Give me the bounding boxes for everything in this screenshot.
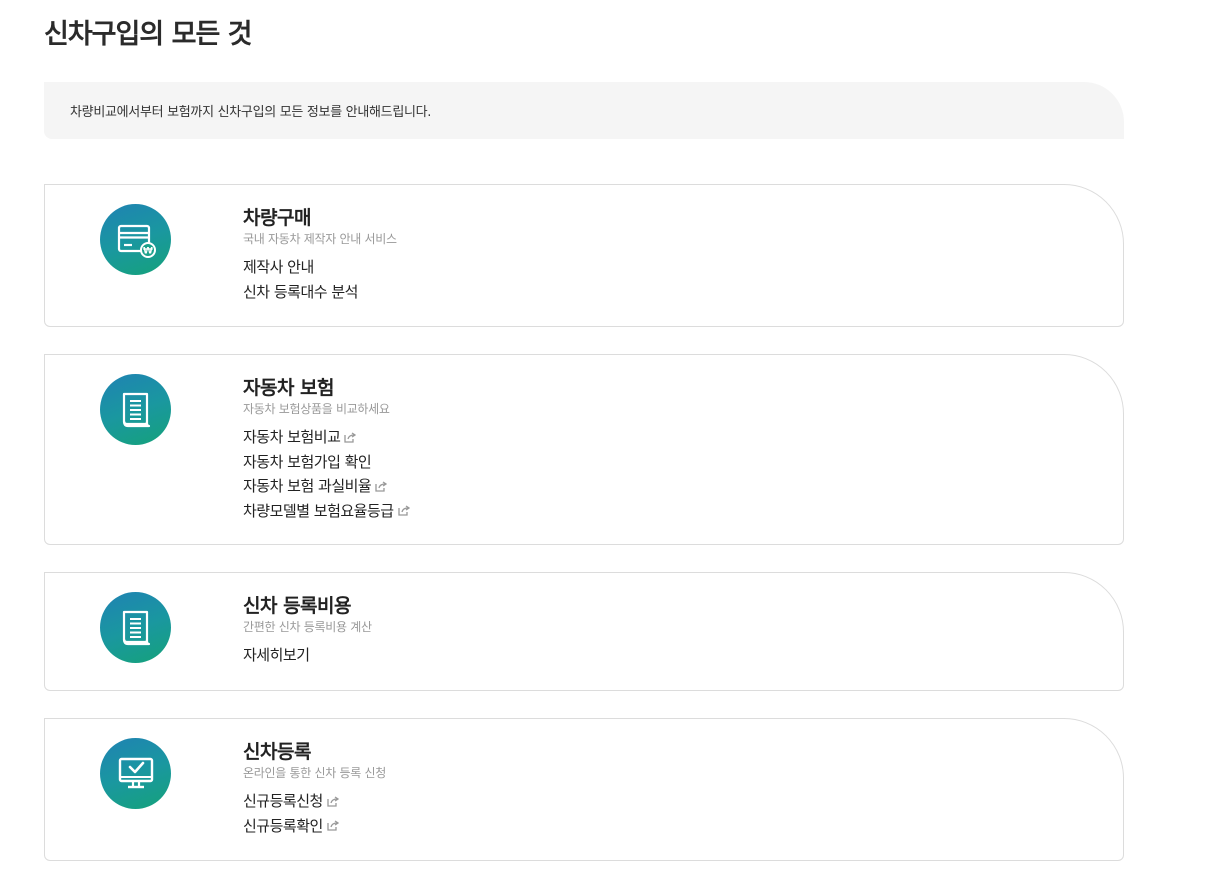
link-model-rate-grade[interactable]: 차량모델별 보험요율등급 bbox=[243, 499, 410, 524]
link-label: 신규등록확인 bbox=[243, 816, 323, 835]
card-title: 신차등록 bbox=[243, 741, 311, 763]
svg-text:₩: ₩ bbox=[143, 246, 153, 256]
card-subtitle: 온라인을 통한 신차 등록 신청 bbox=[243, 766, 386, 780]
link-insurance-check[interactable]: 자동차 보험가입 확인 bbox=[243, 450, 410, 475]
link-label: 제작사 안내 bbox=[243, 258, 314, 276]
external-link-icon bbox=[375, 481, 388, 492]
card-new-car-registration: 신차등록 온라인을 통한 신차 등록 신청 신규등록신청 신규등록확인 bbox=[44, 718, 1124, 861]
card-vehicle-purchase: ₩ 차량구매 국내 자동차 제작자 안내 서비스 제작사 안내 신차 등록대수 … bbox=[44, 184, 1124, 327]
card-title: 차량구매 bbox=[243, 207, 311, 229]
card-title: 자동차 보험 bbox=[243, 377, 335, 399]
external-link-icon bbox=[327, 820, 339, 831]
monitor-check-icon bbox=[100, 738, 171, 809]
document-icon bbox=[100, 374, 171, 445]
card-subtitle: 자동차 보험상품을 비교하세요 bbox=[243, 402, 390, 416]
link-label: 자동차 보험가입 확인 bbox=[243, 452, 372, 471]
document-icon bbox=[100, 592, 171, 663]
link-label: 자동차 보험비교 bbox=[243, 428, 341, 446]
card-subtitle: 간편한 신차 등록비용 계산 bbox=[243, 620, 372, 634]
external-link-icon bbox=[344, 432, 357, 443]
link-registration-analysis[interactable]: 신차 등록대수 분석 bbox=[243, 280, 397, 305]
intro-text: 차량비교에서부터 보험까지 신차구입의 모든 정보를 안내해드립니다. bbox=[70, 105, 432, 120]
link-view-details[interactable]: 자세히보기 bbox=[243, 643, 372, 668]
page-title: 신차구입의 모든 것 bbox=[44, 19, 253, 50]
link-manufacturer-info[interactable]: 제작사 안내 bbox=[243, 255, 397, 280]
card-car-insurance: 자동차 보험 자동차 보험상품을 비교하세요 자동차 보험비교 자동차 보험가입… bbox=[44, 354, 1124, 545]
link-new-registration-apply[interactable]: 신규등록신청 bbox=[243, 789, 386, 814]
link-label: 신차 등록대수 분석 bbox=[243, 282, 358, 301]
card-registration-cost: 신차 등록비용 간편한 신차 등록비용 계산 자세히보기 bbox=[44, 572, 1124, 691]
external-link-icon bbox=[327, 796, 339, 807]
card-payment-icon: ₩ bbox=[100, 204, 171, 275]
link-insurance-compare[interactable]: 자동차 보험비교 bbox=[243, 425, 410, 450]
intro-banner: 차량비교에서부터 보험까지 신차구입의 모든 정보를 안내해드립니다. bbox=[44, 82, 1124, 139]
link-label: 차량모델별 보험요율등급 bbox=[243, 501, 394, 520]
card-title: 신차 등록비용 bbox=[243, 595, 351, 617]
link-new-registration-check[interactable]: 신규등록확인 bbox=[243, 814, 386, 839]
link-label: 자세히보기 bbox=[243, 646, 310, 664]
card-subtitle: 국내 자동차 제작자 안내 서비스 bbox=[243, 232, 397, 246]
link-label: 신규등록신청 bbox=[243, 792, 323, 810]
link-label: 자동차 보험 과실비율 bbox=[243, 477, 372, 495]
link-fault-ratio[interactable]: 자동차 보험 과실비율 bbox=[243, 474, 410, 499]
external-link-icon bbox=[397, 505, 410, 516]
